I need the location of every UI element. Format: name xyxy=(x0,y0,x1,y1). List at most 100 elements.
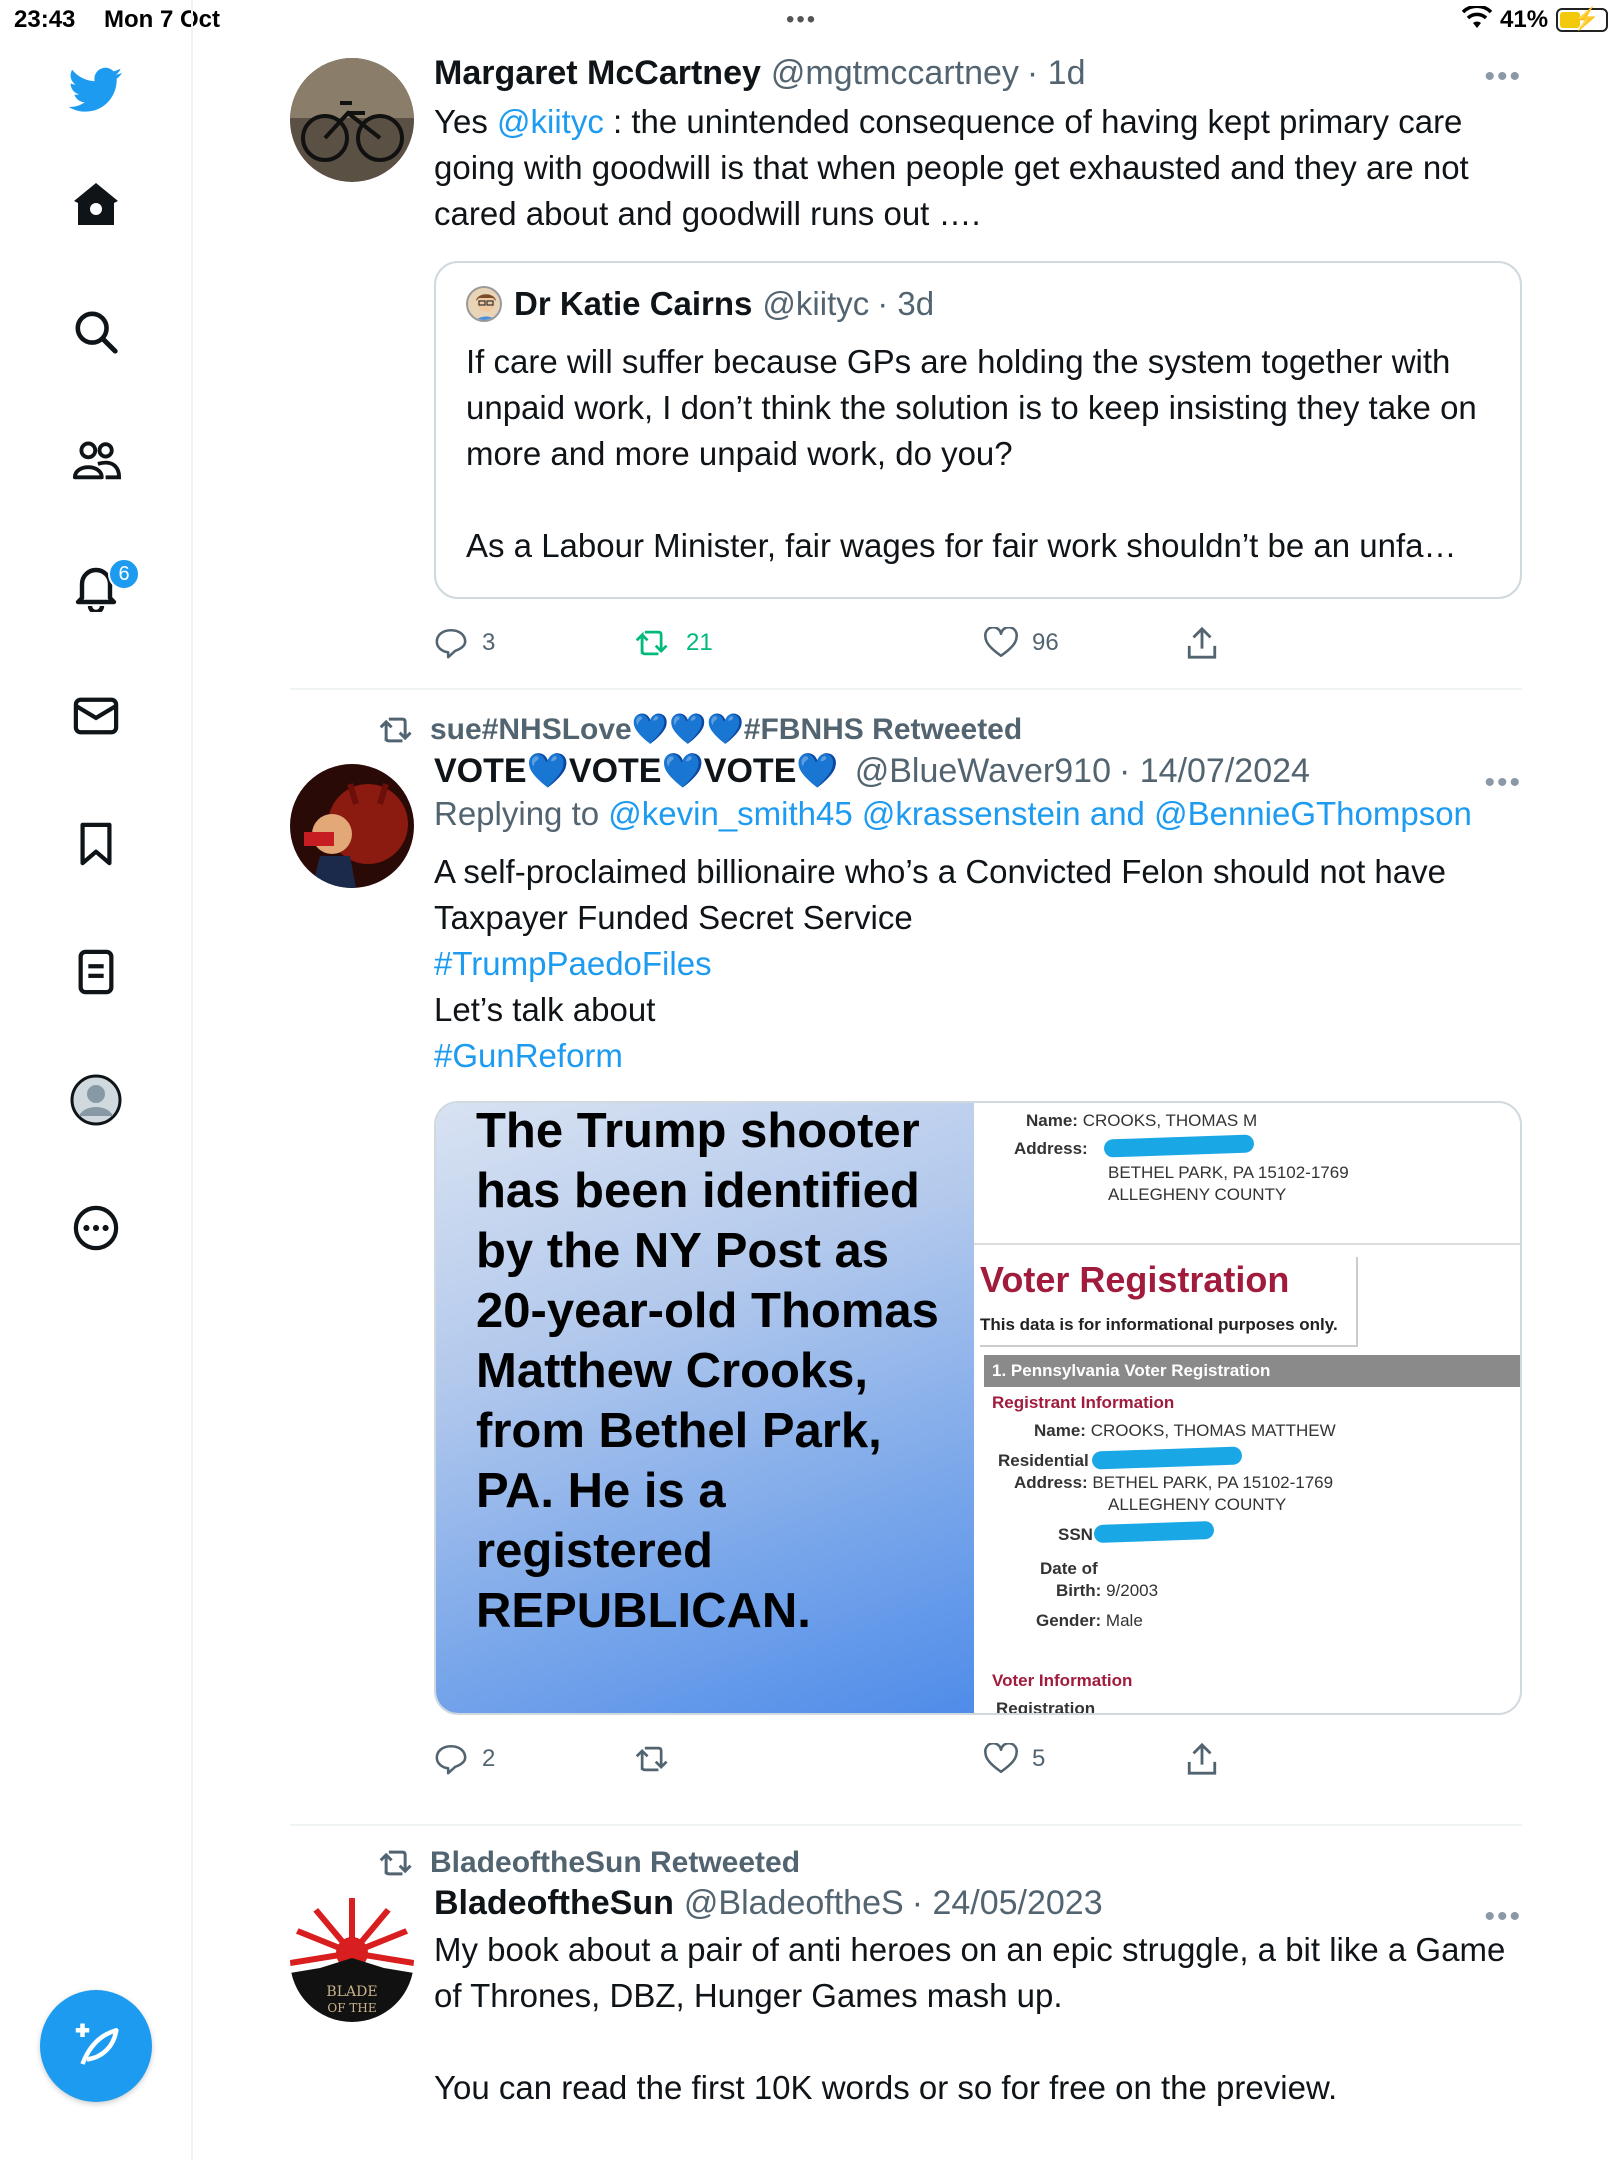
retweet-context-text: sue#NHSLove💙💙💙#FBNHS Retweeted xyxy=(430,713,1023,746)
lists-icon[interactable] xyxy=(60,936,132,1008)
hashtag-link[interactable]: #TrumpPaedoFiles xyxy=(434,941,1522,987)
home-icon[interactable] xyxy=(60,168,132,240)
record-value: CROOKS, THOMAS MATTHEW xyxy=(1090,1421,1336,1440)
mention-link[interactable]: @BennieGThompson xyxy=(1154,795,1472,832)
retweet-count: 21 xyxy=(686,629,713,656)
bookmarks-icon[interactable] xyxy=(60,808,132,880)
tweet-more-icon[interactable]: ••• xyxy=(1484,766,1522,800)
record-subheader: Voter Information xyxy=(992,1671,1133,1690)
like-button[interactable]: 96 xyxy=(984,627,1059,659)
hashtag-link[interactable]: #GunReform xyxy=(434,1033,1522,1079)
author-name[interactable]: Margaret McCartney xyxy=(434,54,761,93)
tweet-card[interactable]: Margaret McCartney @mgtmccartney · 1d ••… xyxy=(290,40,1522,690)
share-button[interactable] xyxy=(1186,1742,1218,1776)
like-count: 96 xyxy=(1032,629,1059,656)
retweet-button[interactable]: 21 xyxy=(634,628,713,658)
quoted-author-handle: @kiityc xyxy=(762,285,870,322)
multitasking-dots-icon[interactable]: ••• xyxy=(786,6,817,34)
redaction-scribble xyxy=(1103,1134,1255,1158)
record-value: Male xyxy=(1105,1611,1143,1630)
author-name[interactable]: VOTE💙VOTE💙VOTE💙 xyxy=(434,751,839,791)
record-label: Address: xyxy=(1014,1473,1088,1492)
record-label: SSN xyxy=(1058,1525,1093,1544)
author-handle[interactable]: @BladeoftheS xyxy=(684,1884,904,1923)
replying-to-label: Replying to xyxy=(434,795,600,832)
tweet-more-icon[interactable]: ••• xyxy=(1484,60,1522,94)
image-text-panel: The Trump shooter has been identified by… xyxy=(436,1103,974,1713)
reply-count: 3 xyxy=(482,629,496,656)
messages-envelope-icon[interactable] xyxy=(60,680,132,752)
share-button[interactable] xyxy=(1186,626,1218,660)
reply-button[interactable]: 3 xyxy=(434,626,495,660)
notifications-bell-icon[interactable]: 6 xyxy=(60,552,140,624)
retweet-button[interactable] xyxy=(634,1744,686,1774)
author-handle[interactable]: @mgtmccartney xyxy=(771,54,1019,93)
author-avatar[interactable]: BLADE OF THE xyxy=(290,1898,414,2022)
like-count: 5 xyxy=(1032,1745,1046,1772)
retweet-icon xyxy=(635,1746,668,1772)
search-icon[interactable] xyxy=(60,296,132,368)
battery-percent: 41% xyxy=(1500,6,1549,33)
author-avatar[interactable] xyxy=(290,764,414,888)
retweeted-icon xyxy=(379,1850,412,1876)
record-label: Name: xyxy=(1026,1111,1078,1130)
author-avatar[interactable] xyxy=(290,58,414,182)
tweet-timestamp[interactable]: · 1d xyxy=(1027,54,1086,93)
retweet-icon xyxy=(635,630,668,656)
author-name[interactable]: BladeoftheSun xyxy=(434,1884,674,1923)
record-label: Birth: xyxy=(1056,1581,1102,1600)
tweet-timestamp[interactable]: · 14/07/2024 xyxy=(1119,752,1310,791)
quoted-author-avatar xyxy=(466,286,502,322)
wifi-icon xyxy=(1461,4,1493,37)
tweet-text-continued: You can read the first 10K words or so f… xyxy=(434,2069,1338,2106)
record-subheader: Registrant Information xyxy=(992,1393,1175,1412)
tweet-divider xyxy=(290,688,1522,690)
battery-icon: ⚡ xyxy=(1556,6,1608,32)
compose-tweet-button[interactable] xyxy=(40,1990,152,2102)
record-disclaimer: This data is for informational purposes … xyxy=(980,1315,1338,1334)
tweet-text-line: Let’s talk about xyxy=(434,991,656,1028)
svg-text:OF THE: OF THE xyxy=(327,2001,376,2015)
communities-icon[interactable] xyxy=(60,424,132,496)
redaction-scribble xyxy=(1091,1446,1243,1470)
notification-count-badge: 6 xyxy=(108,558,140,590)
record-value: ALLEGHENY COUNTY xyxy=(1108,1185,1287,1204)
tweet-card[interactable]: BladeoftheSun Retweeted BLADE OF THE Bla… xyxy=(290,1846,1522,2160)
record-label: Registration xyxy=(996,1699,1096,1715)
mention-link[interactable]: @kevin_smith45 xyxy=(608,795,852,832)
replying-to-and: and xyxy=(1089,795,1145,832)
more-options-icon[interactable] xyxy=(60,1192,132,1264)
record-label: Residential xyxy=(998,1451,1089,1470)
like-button[interactable]: 5 xyxy=(984,1743,1045,1775)
quoted-tweet[interactable]: Dr Katie Cairns @kiityc · 3d If care wil… xyxy=(434,261,1522,599)
retweet-context[interactable]: BladeoftheSun Retweeted xyxy=(378,1846,1522,1880)
record-label: Address: xyxy=(1014,1139,1088,1158)
record-label: Gender: xyxy=(1036,1611,1102,1630)
profile-avatar-icon[interactable] xyxy=(60,1064,132,1136)
tweet-image[interactable]: The Trump shooter has been identified by… xyxy=(434,1101,1522,1715)
reply-button[interactable]: 2 xyxy=(434,1742,495,1776)
twitter-logo-icon[interactable] xyxy=(60,54,132,126)
tweet-divider xyxy=(290,1824,1522,1826)
tweet-card[interactable]: sue#NHSLove💙💙💙#FBNHS Retweeted VOTE💙VOTE… xyxy=(290,712,1522,1822)
replying-to: Replying to @kevin_smith45 @krassenstein… xyxy=(434,791,1522,837)
mention-link[interactable]: @kiityc xyxy=(497,103,604,140)
mention-link[interactable]: @krassenstein xyxy=(862,795,1081,832)
share-icon xyxy=(1187,1742,1217,1775)
record-value: BETHEL PARK, PA 15102-1769 xyxy=(1108,1163,1349,1182)
record-value: CROOKS, THOMAS M xyxy=(1082,1111,1258,1130)
retweeted-icon xyxy=(379,717,412,742)
side-navigation: 6 xyxy=(0,0,193,2160)
compose-feather-icon xyxy=(75,2023,119,2065)
image-headline: The Trump shooter has been identified by… xyxy=(476,1104,939,1638)
tweet-timestamp[interactable]: · 24/05/2023 xyxy=(912,1884,1103,1923)
retweet-context[interactable]: sue#NHSLove💙💙💙#FBNHS Retweeted xyxy=(378,712,1522,747)
record-title-box: Voter Registration This data is for info… xyxy=(980,1257,1358,1347)
tweet-more-icon[interactable]: ••• xyxy=(1484,1900,1522,1934)
tweet-text: Yes @kiityc : the unintended consequence… xyxy=(434,99,1522,237)
author-handle[interactable]: @BlueWaver910 xyxy=(855,752,1111,791)
quoted-text: If care will suffer because GPs are hold… xyxy=(466,343,1477,472)
reply-count: 2 xyxy=(482,1745,496,1772)
record-value: 9/2003 xyxy=(1106,1581,1159,1600)
quoted-author-name: Dr Katie Cairns xyxy=(514,285,753,322)
